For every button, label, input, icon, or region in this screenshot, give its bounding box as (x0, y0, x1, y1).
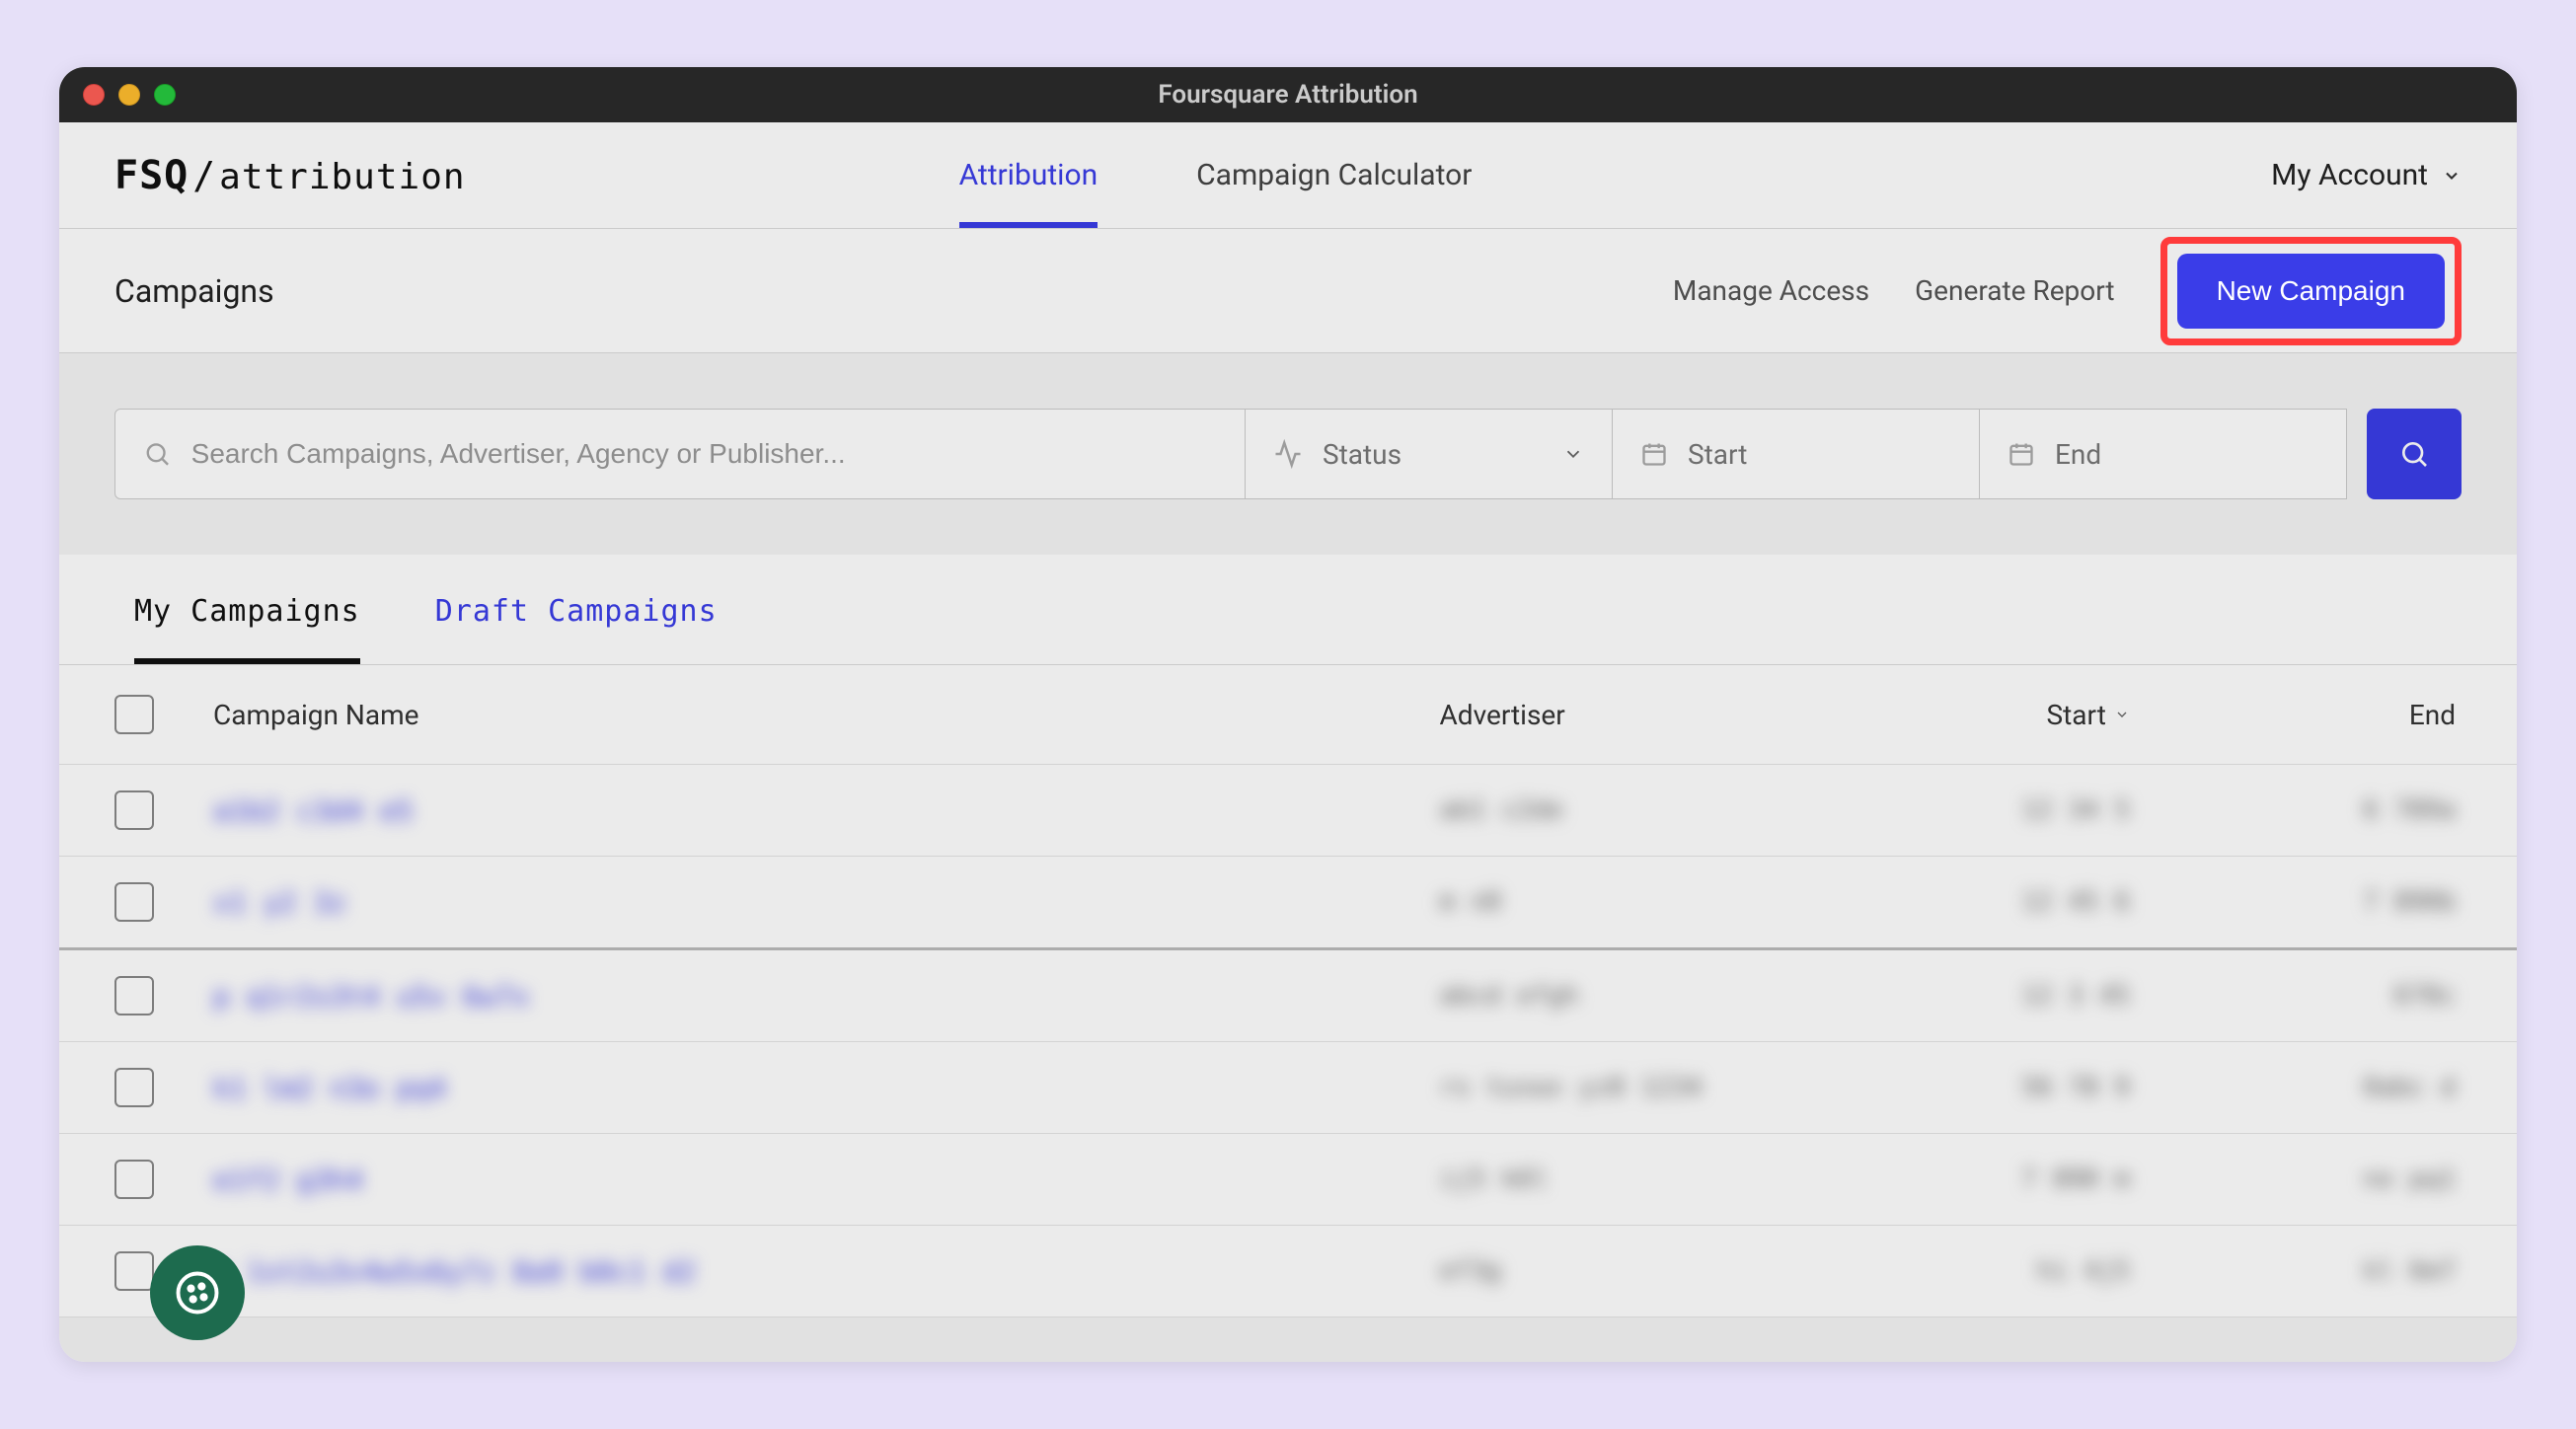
sort-icon (2114, 707, 2130, 722)
search-submit-button[interactable] (2367, 409, 2462, 499)
start-cell: 7 890 m (1917, 1165, 2189, 1194)
chevron-down-icon (1562, 443, 1584, 465)
advertiser-cell: ij5 k6l (1440, 1165, 1917, 1194)
manage-access-link[interactable]: Manage Access (1673, 274, 1869, 307)
search-box[interactable] (114, 409, 1246, 499)
campaign-name-cell[interactable]: e1f2 g3h4 (213, 1164, 1440, 1196)
tab-draft-campaigns[interactable]: Draft Campaigns (435, 555, 718, 664)
end-cell: 0abc d (2189, 1073, 2462, 1102)
campaign-name-cell[interactable]: a1b2 c3d4 e5 (213, 794, 1440, 827)
row-checkbox[interactable] (114, 1251, 154, 1291)
my-account-menu[interactable]: My Account (2271, 158, 2462, 192)
cookie-icon (172, 1267, 223, 1318)
column-start[interactable]: Start (1917, 699, 2189, 731)
row-checkbox[interactable] (114, 790, 154, 830)
start-date-label: Start (1688, 438, 1747, 471)
nav-tab-campaign-calculator[interactable]: Campaign Calculator (1196, 122, 1472, 228)
logo-main: FSQ (114, 153, 189, 198)
row-checkbox[interactable] (114, 882, 154, 922)
start-cell: 12 34 5 (1917, 795, 2189, 825)
window-title: Foursquare Attribution (59, 80, 2517, 110)
window-titlebar: Foursquare Attribution (59, 67, 2517, 122)
end-cell: no pq1 (2189, 1165, 2462, 1194)
minimize-window-button[interactable] (118, 84, 140, 106)
page-subheader: Campaigns Manage Access Generate Report … (59, 229, 2517, 353)
nav-tab-label: Campaign Calculator (1196, 158, 1472, 192)
end-date-label: End (2055, 438, 2101, 471)
close-window-button[interactable] (83, 84, 105, 106)
status-select[interactable]: Status (1246, 409, 1613, 499)
row-checkbox[interactable] (114, 1068, 154, 1107)
nav-tab-attribution[interactable]: Attribution (959, 122, 1099, 228)
nav-tab-label: Attribution (959, 158, 1099, 192)
campaign-name-cell[interactable]: r 1st2u3v4w5x6y7z 8a9 b0c1 d2 (213, 1255, 1440, 1288)
activity-icon (1273, 439, 1303, 469)
tab-my-campaigns[interactable]: My Campaigns (134, 555, 360, 664)
advertiser-cell: ab1 c2de (1440, 795, 1917, 825)
row-checkbox[interactable] (114, 1160, 154, 1199)
select-all-checkbox[interactable] (114, 695, 154, 734)
filters-bar: Status Start End (59, 353, 2517, 555)
table-row: k1 lm2 n3o pq4 rs tuvwx yz0 1234 56 78 9… (59, 1042, 2517, 1134)
logo[interactable]: FSQ / attribution (114, 153, 466, 198)
new-campaign-button[interactable]: New Campaign (2177, 254, 2445, 329)
page-title: Campaigns (114, 272, 274, 310)
chevron-down-icon (2442, 166, 2462, 186)
campaigns-table: Campaign Name Advertiser Start End a1b2 … (59, 665, 2517, 1317)
search-input[interactable] (191, 438, 1217, 470)
account-label: My Account (2271, 158, 2428, 192)
campaign-name-cell[interactable]: x1 y2 3z (213, 886, 1440, 919)
column-campaign-name[interactable]: Campaign Name (213, 699, 1440, 731)
logo-sub: attribution (219, 157, 465, 197)
campaign-tabs: My Campaigns Draft Campaigns (59, 555, 2517, 665)
tab-label: Draft Campaigns (435, 594, 718, 629)
start-cell: 12 3 45 (1917, 981, 2189, 1011)
start-cell: 12 45 6 (1917, 887, 2189, 917)
logo-slash: / (192, 154, 215, 197)
search-icon (143, 439, 172, 469)
advertiser-cell: abcd efgh (1440, 981, 1917, 1011)
calendar-icon (1640, 440, 1668, 468)
end-cell: 6 789a (2189, 795, 2462, 825)
column-end[interactable]: End (2189, 699, 2462, 731)
campaign-name-cell[interactable]: k1 lm2 n3o pq4 (213, 1072, 1440, 1104)
end-date-input[interactable]: End (1980, 409, 2347, 499)
end-cell: kl 6m7 (2189, 1256, 2462, 1286)
campaign-name-cell[interactable]: p q1r2s3t4 u5v 6w7x (213, 980, 1440, 1013)
calendar-icon (2008, 440, 2035, 468)
start-date-input[interactable]: Start (1613, 409, 1980, 499)
end-cell: 7 890b (2189, 887, 2462, 917)
table-row: x1 y2 3z m n0 12 45 6 7 890b (59, 857, 2517, 950)
table-row: e1f2 g3h4 ij5 k6l 7 890 m no pq1 (59, 1134, 2517, 1226)
cookie-settings-button[interactable] (150, 1245, 245, 1340)
start-cell: hi 4j5 (1917, 1256, 2189, 1286)
generate-report-link[interactable]: Generate Report (1915, 274, 2114, 307)
table-header: Campaign Name Advertiser Start End (59, 665, 2517, 765)
advertiser-cell: m n0 (1440, 887, 1917, 917)
start-cell: 56 78 9 (1917, 1073, 2189, 1102)
search-icon (2398, 438, 2430, 470)
advertiser-cell: rs tuvwx yz0 1234 (1440, 1073, 1917, 1102)
table-row: r 1st2u3v4w5x6y7z 8a9 b0c1 d2 ef3g hi 4j… (59, 1226, 2517, 1317)
status-label: Status (1323, 438, 1543, 471)
new-campaign-highlight: New Campaign (2160, 237, 2462, 345)
top-nav-bar: FSQ / attribution Attribution Campaign C… (59, 122, 2517, 229)
advertiser-cell: ef3g (1440, 1256, 1917, 1286)
table-row: a1b2 c3d4 e5 ab1 c2de 12 34 5 6 789a (59, 765, 2517, 857)
end-cell: 678c (2189, 981, 2462, 1011)
maximize-window-button[interactable] (154, 84, 176, 106)
row-checkbox[interactable] (114, 976, 154, 1015)
tab-label: My Campaigns (134, 594, 360, 629)
column-advertiser[interactable]: Advertiser (1440, 699, 1917, 731)
table-row: p q1r2s3t4 u5v 6w7x abcd efgh 12 3 45 67… (59, 950, 2517, 1042)
